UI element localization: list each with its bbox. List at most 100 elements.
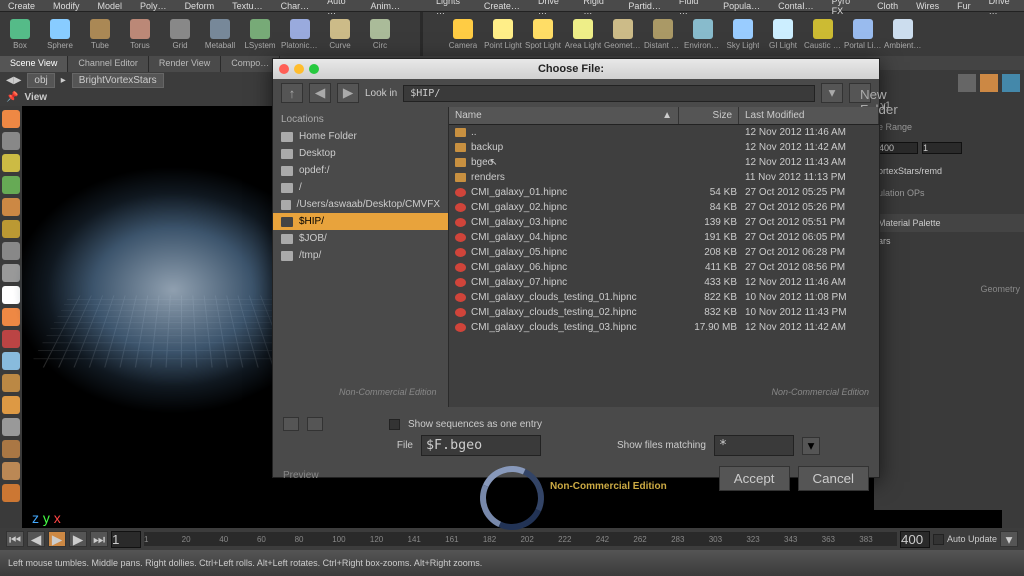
- accept-button[interactable]: Accept: [719, 466, 790, 491]
- menu-item[interactable]: ContaI…: [778, 1, 814, 11]
- shelf-tool[interactable]: Curve: [320, 12, 360, 56]
- range-end-input[interactable]: [878, 142, 918, 154]
- shelf-tool[interactable]: Circ: [360, 12, 400, 56]
- shelf-tool[interactable]: Platonic …: [280, 12, 320, 56]
- location-item[interactable]: /Users/aswaab/Desktop/CMVFX: [273, 196, 448, 213]
- list-view-icon[interactable]: [307, 417, 323, 431]
- shelf-tool[interactable]: Grid: [160, 12, 200, 56]
- file-row[interactable]: CMI_galaxy_clouds_testing_02.hipnc832 KB…: [449, 305, 879, 320]
- menu-item[interactable]: Textu…: [232, 1, 263, 11]
- update-menu-icon[interactable]: ▾: [1000, 531, 1018, 547]
- menu-item[interactable]: Popula…: [723, 1, 760, 11]
- help-icon[interactable]: [1002, 74, 1020, 92]
- menu-item[interactable]: Modify: [53, 1, 80, 11]
- traffic-lights[interactable]: [279, 64, 319, 74]
- file-row[interactable]: CMI_galaxy_06.hipnc411 KB27 Oct 2012 08:…: [449, 260, 879, 275]
- nav-up-button[interactable]: ↑: [281, 83, 303, 103]
- file-row[interactable]: CMI_galaxy_clouds_testing_01.hipnc822 KB…: [449, 290, 879, 305]
- shelf-tool[interactable]: Spot Light: [523, 12, 563, 56]
- location-item[interactable]: /: [273, 179, 448, 196]
- shelf-tool[interactable]: Camera: [443, 12, 483, 56]
- nav-back-button[interactable]: ◀: [309, 83, 331, 103]
- file-name-input[interactable]: [421, 435, 541, 456]
- file-row[interactable]: CMI_galaxy_01.hipnc54 KB27 Oct 2012 05:2…: [449, 185, 879, 200]
- menu-item[interactable]: Drive …: [989, 0, 1016, 16]
- first-frame-button[interactable]: ⏮: [6, 531, 24, 547]
- shelf-tool[interactable]: Caustic Li…: [803, 12, 843, 56]
- last-frame-button[interactable]: ⏭: [90, 531, 108, 547]
- file-row[interactable]: backup12 Nov 2012 11:42 AM: [449, 140, 879, 155]
- workspace-tab[interactable]: Render View: [149, 56, 221, 72]
- location-item[interactable]: Home Folder: [273, 128, 448, 145]
- cancel-button[interactable]: Cancel: [798, 466, 870, 491]
- prev-frame-button[interactable]: ◀: [27, 531, 45, 547]
- workspace-tab[interactable]: Scene View: [0, 56, 68, 72]
- viewport-tool-icon[interactable]: [2, 484, 20, 502]
- location-item[interactable]: $JOB/: [273, 230, 448, 247]
- file-row[interactable]: renders11 Nov 2012 11:13 PM: [449, 170, 879, 185]
- menu-item[interactable]: Char…: [281, 1, 310, 11]
- material-palette-tab[interactable]: Material Palette: [874, 214, 1024, 232]
- lookin-path-input[interactable]: $HIP/: [403, 85, 815, 102]
- menu-item[interactable]: Partid…: [628, 1, 661, 11]
- shelf-tool[interactable]: Geometr…: [603, 12, 643, 56]
- gear-icon[interactable]: [958, 74, 976, 92]
- location-item[interactable]: /tmp/: [273, 247, 448, 264]
- file-filter-input[interactable]: [714, 435, 794, 456]
- play-button[interactable]: ▶: [48, 531, 66, 547]
- nav-fwd-button[interactable]: ▶: [337, 83, 359, 103]
- shelf-tool[interactable]: Ambient L…: [883, 12, 923, 56]
- range-start-input[interactable]: [922, 142, 962, 154]
- file-row[interactable]: CMI_galaxy_clouds_testing_03.hipnc17.90 …: [449, 320, 879, 335]
- shelf-tool[interactable]: Portal Light: [843, 12, 883, 56]
- shelf-tool[interactable]: LSystem: [240, 12, 280, 56]
- file-row[interactable]: CMI_galaxy_04.hipnc191 KB27 Oct 2012 06:…: [449, 230, 879, 245]
- end-frame-input[interactable]: [900, 531, 930, 548]
- breadcrumb-node[interactable]: BrightVortexStars: [72, 73, 164, 88]
- shelf-tool[interactable]: Sphere: [40, 12, 80, 56]
- workspace-tab[interactable]: Channel Editor: [68, 56, 149, 72]
- nav-icon[interactable]: ◀▶: [6, 75, 21, 86]
- shelf-tool[interactable]: Tube: [80, 12, 120, 56]
- file-row[interactable]: CMI_galaxy_05.hipnc208 KB27 Oct 2012 06:…: [449, 245, 879, 260]
- zoom-icon[interactable]: [309, 64, 319, 74]
- shelf-tool[interactable]: Torus: [120, 12, 160, 56]
- menu-item[interactable]: Deform: [185, 1, 215, 11]
- shelf-tool[interactable]: Metaball: [200, 12, 240, 56]
- file-row[interactable]: bgeo↖12 Nov 2012 11:43 AM: [449, 155, 879, 170]
- shelf-tool[interactable]: Sky Light: [723, 12, 763, 56]
- location-item[interactable]: $HIP/: [273, 213, 448, 230]
- breadcrumb-obj[interactable]: obj: [27, 73, 54, 88]
- pin-icon[interactable]: 📌: [6, 92, 18, 103]
- col-name[interactable]: Name▲: [449, 107, 679, 124]
- current-frame-input[interactable]: [111, 531, 141, 548]
- location-item[interactable]: opdef:/: [273, 162, 448, 179]
- menu-item[interactable]: Create…: [484, 1, 520, 11]
- filter-dropdown-icon[interactable]: ▾: [802, 437, 820, 455]
- preview-label[interactable]: Preview: [283, 470, 319, 481]
- houdini-icon[interactable]: [980, 74, 998, 92]
- dropdown-icon[interactable]: ▾: [821, 83, 843, 103]
- grid-view-icon[interactable]: [283, 417, 299, 431]
- location-item[interactable]: Desktop: [273, 145, 448, 162]
- file-list-header[interactable]: Name▲ Size Last Modified: [449, 107, 879, 125]
- menu-item[interactable]: Fur: [957, 1, 971, 11]
- shelf-tool[interactable]: Distant Li…: [643, 12, 683, 56]
- file-row[interactable]: CMI_galaxy_02.hipnc84 KB27 Oct 2012 05:2…: [449, 200, 879, 215]
- close-icon[interactable]: [279, 64, 289, 74]
- dialog-titlebar[interactable]: Choose File:: [273, 59, 879, 79]
- viewport-tool-icon[interactable]: [2, 110, 20, 128]
- menu-item[interactable]: Create: [8, 1, 35, 11]
- minimize-icon[interactable]: [294, 64, 304, 74]
- file-row[interactable]: CMI_galaxy_07.hipnc433 KB12 Nov 2012 11:…: [449, 275, 879, 290]
- ars-field[interactable]: ars: [874, 232, 1024, 250]
- next-frame-button[interactable]: ▶: [69, 531, 87, 547]
- shelf-tool[interactable]: Area Light: [563, 12, 603, 56]
- show-sequences-checkbox[interactable]: [389, 419, 400, 430]
- menu-item[interactable]: Poly…: [140, 1, 167, 11]
- new-folder-button[interactable]: New Folder: [849, 83, 871, 103]
- file-row[interactable]: ..12 Nov 2012 11:46 AM: [449, 125, 879, 140]
- menu-item[interactable]: Cloth: [877, 1, 898, 11]
- shelf-tool[interactable]: GI Light: [763, 12, 803, 56]
- realtime-checkbox[interactable]: [933, 534, 944, 545]
